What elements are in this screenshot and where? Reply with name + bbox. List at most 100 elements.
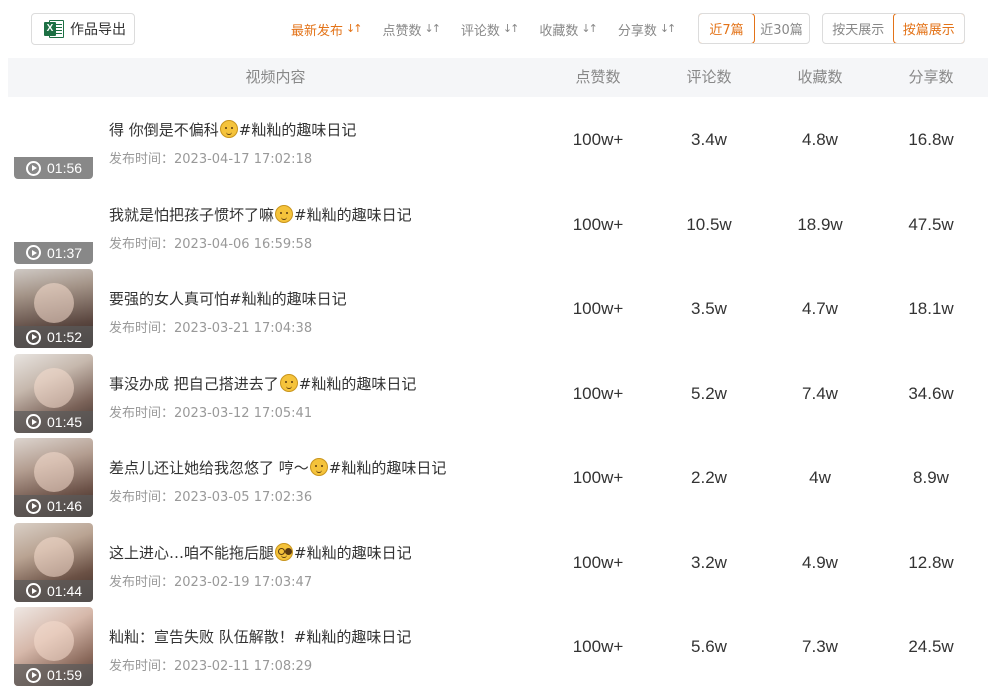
video-duration: 01:59: [47, 667, 83, 683]
likes-count: 100w+: [572, 637, 624, 656]
video-duration: 01:37: [47, 244, 83, 261]
video-title-text: 事没办成 把自己搭进去了: [109, 374, 279, 393]
play-icon: [26, 583, 41, 598]
sort-latest[interactable]: 最新发布 ↓ ↑: [291, 20, 363, 39]
publish-time-label: 发布时间：: [109, 574, 175, 590]
publish-time-value: 2023-03-05 17:02:36: [174, 490, 313, 505]
play-icon: [26, 414, 41, 429]
video-title-text: 这上进心…咱不能拖后腿: [109, 543, 275, 562]
sort-arrows-icon: ↓ ↑: [424, 22, 441, 35]
mode-by-day[interactable]: 按天展示: [823, 14, 894, 43]
publish-time: 发布时间：2023-04-17 17:02:18: [109, 148, 312, 167]
video-thumbnail[interactable]: 01:56: [14, 100, 93, 179]
sort-favorites[interactable]: 收藏数 ↓ ↑: [539, 20, 598, 39]
table-row[interactable]: 01:52 要强的女人真可怕#籼籼的趣味日记 发布时间：2023-03-21 1…: [8, 267, 988, 351]
video-thumbnail[interactable]: 01:46: [14, 438, 93, 517]
sort-arrows-icon: ↓ ↑: [346, 22, 363, 35]
publish-time: 发布时间：2023-02-11 17:08:29: [109, 655, 312, 674]
mode-by-post[interactable]: 按篇展示: [892, 14, 964, 43]
likes-count: 100w+: [572, 299, 624, 318]
favorites-count: 7.3w: [802, 637, 838, 656]
video-thumbnail[interactable]: 01:45: [14, 353, 93, 433]
duration-overlay: 01:52: [14, 326, 93, 348]
sort-arrows-icon: ↓ ↑: [659, 22, 677, 35]
duration-overlay: 01:44: [14, 579, 93, 602]
likes-count: 100w+: [572, 468, 624, 487]
video-thumbnail[interactable]: 01:44: [14, 522, 93, 602]
video-hashtag: #籼籼的趣味日记: [294, 543, 412, 562]
export-works-button[interactable]: X 作品导出: [31, 13, 135, 45]
video-title[interactable]: 差点儿还让她给我忽悠了 哼～ #籼籼的趣味日记: [109, 457, 446, 478]
sort-shares[interactable]: 分享数 ↓ ↑: [618, 20, 677, 39]
publish-time: 发布时间：2023-03-12 17:05:41: [109, 402, 312, 421]
publish-time-label: 发布时间：: [109, 659, 175, 674]
video-title[interactable]: 我就是怕把孩子惯坏了嘛 #籼籼的趣味日记: [109, 204, 412, 225]
publish-time-value: 2023-02-11 17:08:29: [174, 659, 313, 674]
table-row[interactable]: 01:56 得 你倒是不偏科 #籼籼的趣味日记 发布时间：2023-04-17 1…: [8, 98, 988, 182]
video-title[interactable]: 得 你倒是不偏科 #籼籼的趣味日记: [109, 119, 356, 140]
duration-overlay: 01:59: [14, 664, 93, 686]
publish-time-label: 发布时间：: [109, 152, 175, 167]
favorites-count: 18.9w: [797, 214, 843, 234]
shares-count: 12.8w: [908, 552, 954, 572]
video-title[interactable]: 籼籼：宣告失败 队伍解散！#籼籼的趣味日记: [109, 626, 411, 647]
video-title-text: 籼籼：宣告失败 队伍解散！: [109, 628, 294, 646]
emoji-icon: [219, 120, 238, 138]
emoji-icon: [279, 373, 298, 392]
video-title[interactable]: 要强的女人真可怕#籼籼的趣味日记: [109, 288, 347, 309]
video-duration: 01:56: [47, 160, 83, 176]
video-title[interactable]: 事没办成 把自己搭进去了 #籼籼的趣味日记: [109, 373, 416, 394]
publish-time-value: 2023-02-19 17:03:47: [174, 574, 313, 590]
header-shares: 分享数: [908, 68, 954, 86]
publish-time-value: 2023-04-06 16:59:58: [174, 236, 313, 252]
table-row[interactable]: 01:37 我就是怕把孩子惯坏了嘛 #籼籼的趣味日记 发布时间：2023-04-0…: [8, 183, 988, 267]
excel-icon: X: [44, 19, 64, 39]
sort-comments[interactable]: 评论数 ↓ ↑: [461, 20, 520, 39]
range-option-7[interactable]: 近7篇: [699, 14, 755, 43]
duration-overlay: 01:46: [14, 495, 93, 517]
video-hashtag: #籼籼的趣味日记: [328, 459, 447, 477]
emoji-icon: [275, 204, 294, 223]
thumbnail-image: [34, 452, 74, 492]
video-thumbnail[interactable]: 01:52: [14, 269, 93, 348]
video-title-text: 我就是怕把孩子惯坏了嘛: [109, 205, 275, 224]
header-likes: 点赞数: [575, 68, 621, 86]
comments-count: 3.4w: [691, 130, 727, 149]
range-option-30[interactable]: 近30篇: [754, 14, 809, 43]
video-title[interactable]: 这上进心…咱不能拖后腿 #籼籼的趣味日记: [109, 542, 412, 563]
table-row[interactable]: 01:45 事没办成 把自己搭进去了 #籼籼的趣味日记 发布时间：2023-03-…: [8, 352, 988, 436]
thumbnail-image: [34, 283, 74, 323]
duration-overlay: 01:45: [14, 410, 93, 433]
table-row[interactable]: 01:46 差点儿还让她给我忽悠了 哼～ #籼籼的趣味日记 发布时间：2023-0…: [8, 436, 988, 520]
shares-count: 24.5w: [908, 637, 954, 656]
sort-options: 最新发布 ↓ ↑ 点赞数 ↓ ↑ 评论数 ↓ ↑ 收藏数 ↓ ↑ 分享数 ↓ ↑: [291, 18, 696, 40]
thumbnail-image: [34, 621, 74, 661]
video-thumbnail[interactable]: 01:59: [14, 607, 93, 686]
video-hashtag: #籼籼的趣味日记: [229, 290, 347, 308]
favorites-count: 4.8w: [802, 130, 838, 149]
play-icon: [26, 160, 41, 176]
sort-likes[interactable]: 点赞数 ↓ ↑: [382, 20, 441, 39]
table-row[interactable]: 01:59 籼籼：宣告失败 队伍解散！#籼籼的趣味日记 发布时间：2023-02…: [8, 605, 988, 689]
emoji-icon: [275, 542, 294, 561]
range-toggle: 近7篇 近30篇: [698, 13, 810, 44]
publish-time: 发布时间：2023-02-19 17:03:47: [109, 571, 312, 590]
comments-count: 3.2w: [691, 552, 727, 572]
comments-count: 10.5w: [686, 214, 732, 234]
publish-time-label: 发布时间：: [109, 490, 175, 505]
play-icon: [26, 667, 41, 683]
publish-time: 发布时间：2023-03-05 17:02:36: [109, 486, 312, 505]
shares-count: 47.5w: [908, 214, 954, 234]
comments-count: 2.2w: [691, 468, 727, 487]
video-title-text: 差点儿还让她给我忽悠了 哼～: [109, 459, 309, 477]
play-icon: [26, 245, 41, 260]
header-comments: 评论数: [686, 68, 732, 86]
publish-time: 发布时间：2023-03-21 17:04:38: [109, 317, 312, 336]
favorites-count: 4.7w: [802, 299, 838, 318]
video-title-text: 得 你倒是不偏科: [109, 121, 219, 139]
thumbnail-image: [34, 367, 74, 408]
likes-count: 100w+: [572, 130, 624, 149]
likes-count: 100w+: [572, 214, 624, 234]
video-thumbnail[interactable]: 01:37: [14, 184, 93, 264]
table-row[interactable]: 01:44 这上进心…咱不能拖后腿 #籼籼的趣味日记 发布时间：2023-02-1…: [8, 521, 988, 605]
